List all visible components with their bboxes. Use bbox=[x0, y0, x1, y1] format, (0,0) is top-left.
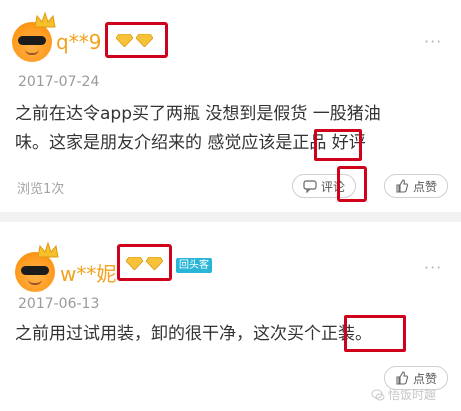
member-badge-highlight bbox=[117, 244, 172, 281]
button-highlight-box bbox=[337, 166, 367, 202]
review-date: 2017-06-13 bbox=[18, 296, 100, 312]
more-options-icon[interactable]: ··· bbox=[424, 258, 442, 277]
review-card: w**妮 回头客 ··· 2017-06-13 之前用过试用装，卸的很干净，这次… bbox=[0, 222, 461, 411]
watermark: 悟饭时趣 bbox=[371, 386, 436, 403]
thumbs-up-icon bbox=[396, 371, 409, 385]
crown-icon bbox=[37, 242, 59, 258]
comment-icon bbox=[303, 180, 317, 193]
review-text-line-1: 之前用过试用装，卸的很干净，这次买个正装。 bbox=[15, 324, 372, 344]
avatar-mouth bbox=[28, 279, 42, 285]
member-badge-highlight bbox=[105, 22, 168, 58]
thumbs-up-icon bbox=[396, 179, 409, 193]
like-label: 点赞 bbox=[412, 179, 437, 194]
text-highlight-box bbox=[314, 129, 362, 161]
username[interactable]: q**9 bbox=[56, 30, 101, 54]
wechat-icon bbox=[371, 389, 385, 400]
more-options-icon[interactable]: ··· bbox=[424, 32, 442, 51]
review-text-line-1: 之前在达令app买了两瓶 没想到是假货 一股猪油 bbox=[15, 104, 381, 124]
review-card: q**9 ··· 2017-07-24 之前在达令app买了两瓶 没想到是假货 … bbox=[0, 0, 461, 212]
avatar-mask bbox=[21, 266, 49, 275]
avatar-mouth bbox=[25, 49, 39, 55]
username[interactable]: w**妮 bbox=[60, 258, 116, 287]
avatar-mask bbox=[18, 36, 46, 45]
diamond-icon bbox=[116, 34, 133, 47]
diamond-icon bbox=[146, 257, 163, 270]
crown-icon bbox=[34, 12, 56, 28]
like-label: 点赞 bbox=[412, 371, 437, 386]
watermark-text: 悟饭时趣 bbox=[388, 388, 437, 402]
diamond-icon bbox=[136, 34, 153, 47]
diamond-icon bbox=[126, 257, 143, 270]
user-avatar[interactable] bbox=[15, 242, 59, 292]
repeat-customer-tag: 回头客 bbox=[176, 258, 212, 273]
review-date: 2017-07-24 bbox=[18, 74, 100, 90]
text-highlight-box bbox=[344, 315, 406, 352]
like-button[interactable]: 点赞 bbox=[384, 174, 448, 198]
view-count: 浏览1次 bbox=[17, 182, 65, 197]
user-avatar[interactable] bbox=[12, 12, 56, 62]
